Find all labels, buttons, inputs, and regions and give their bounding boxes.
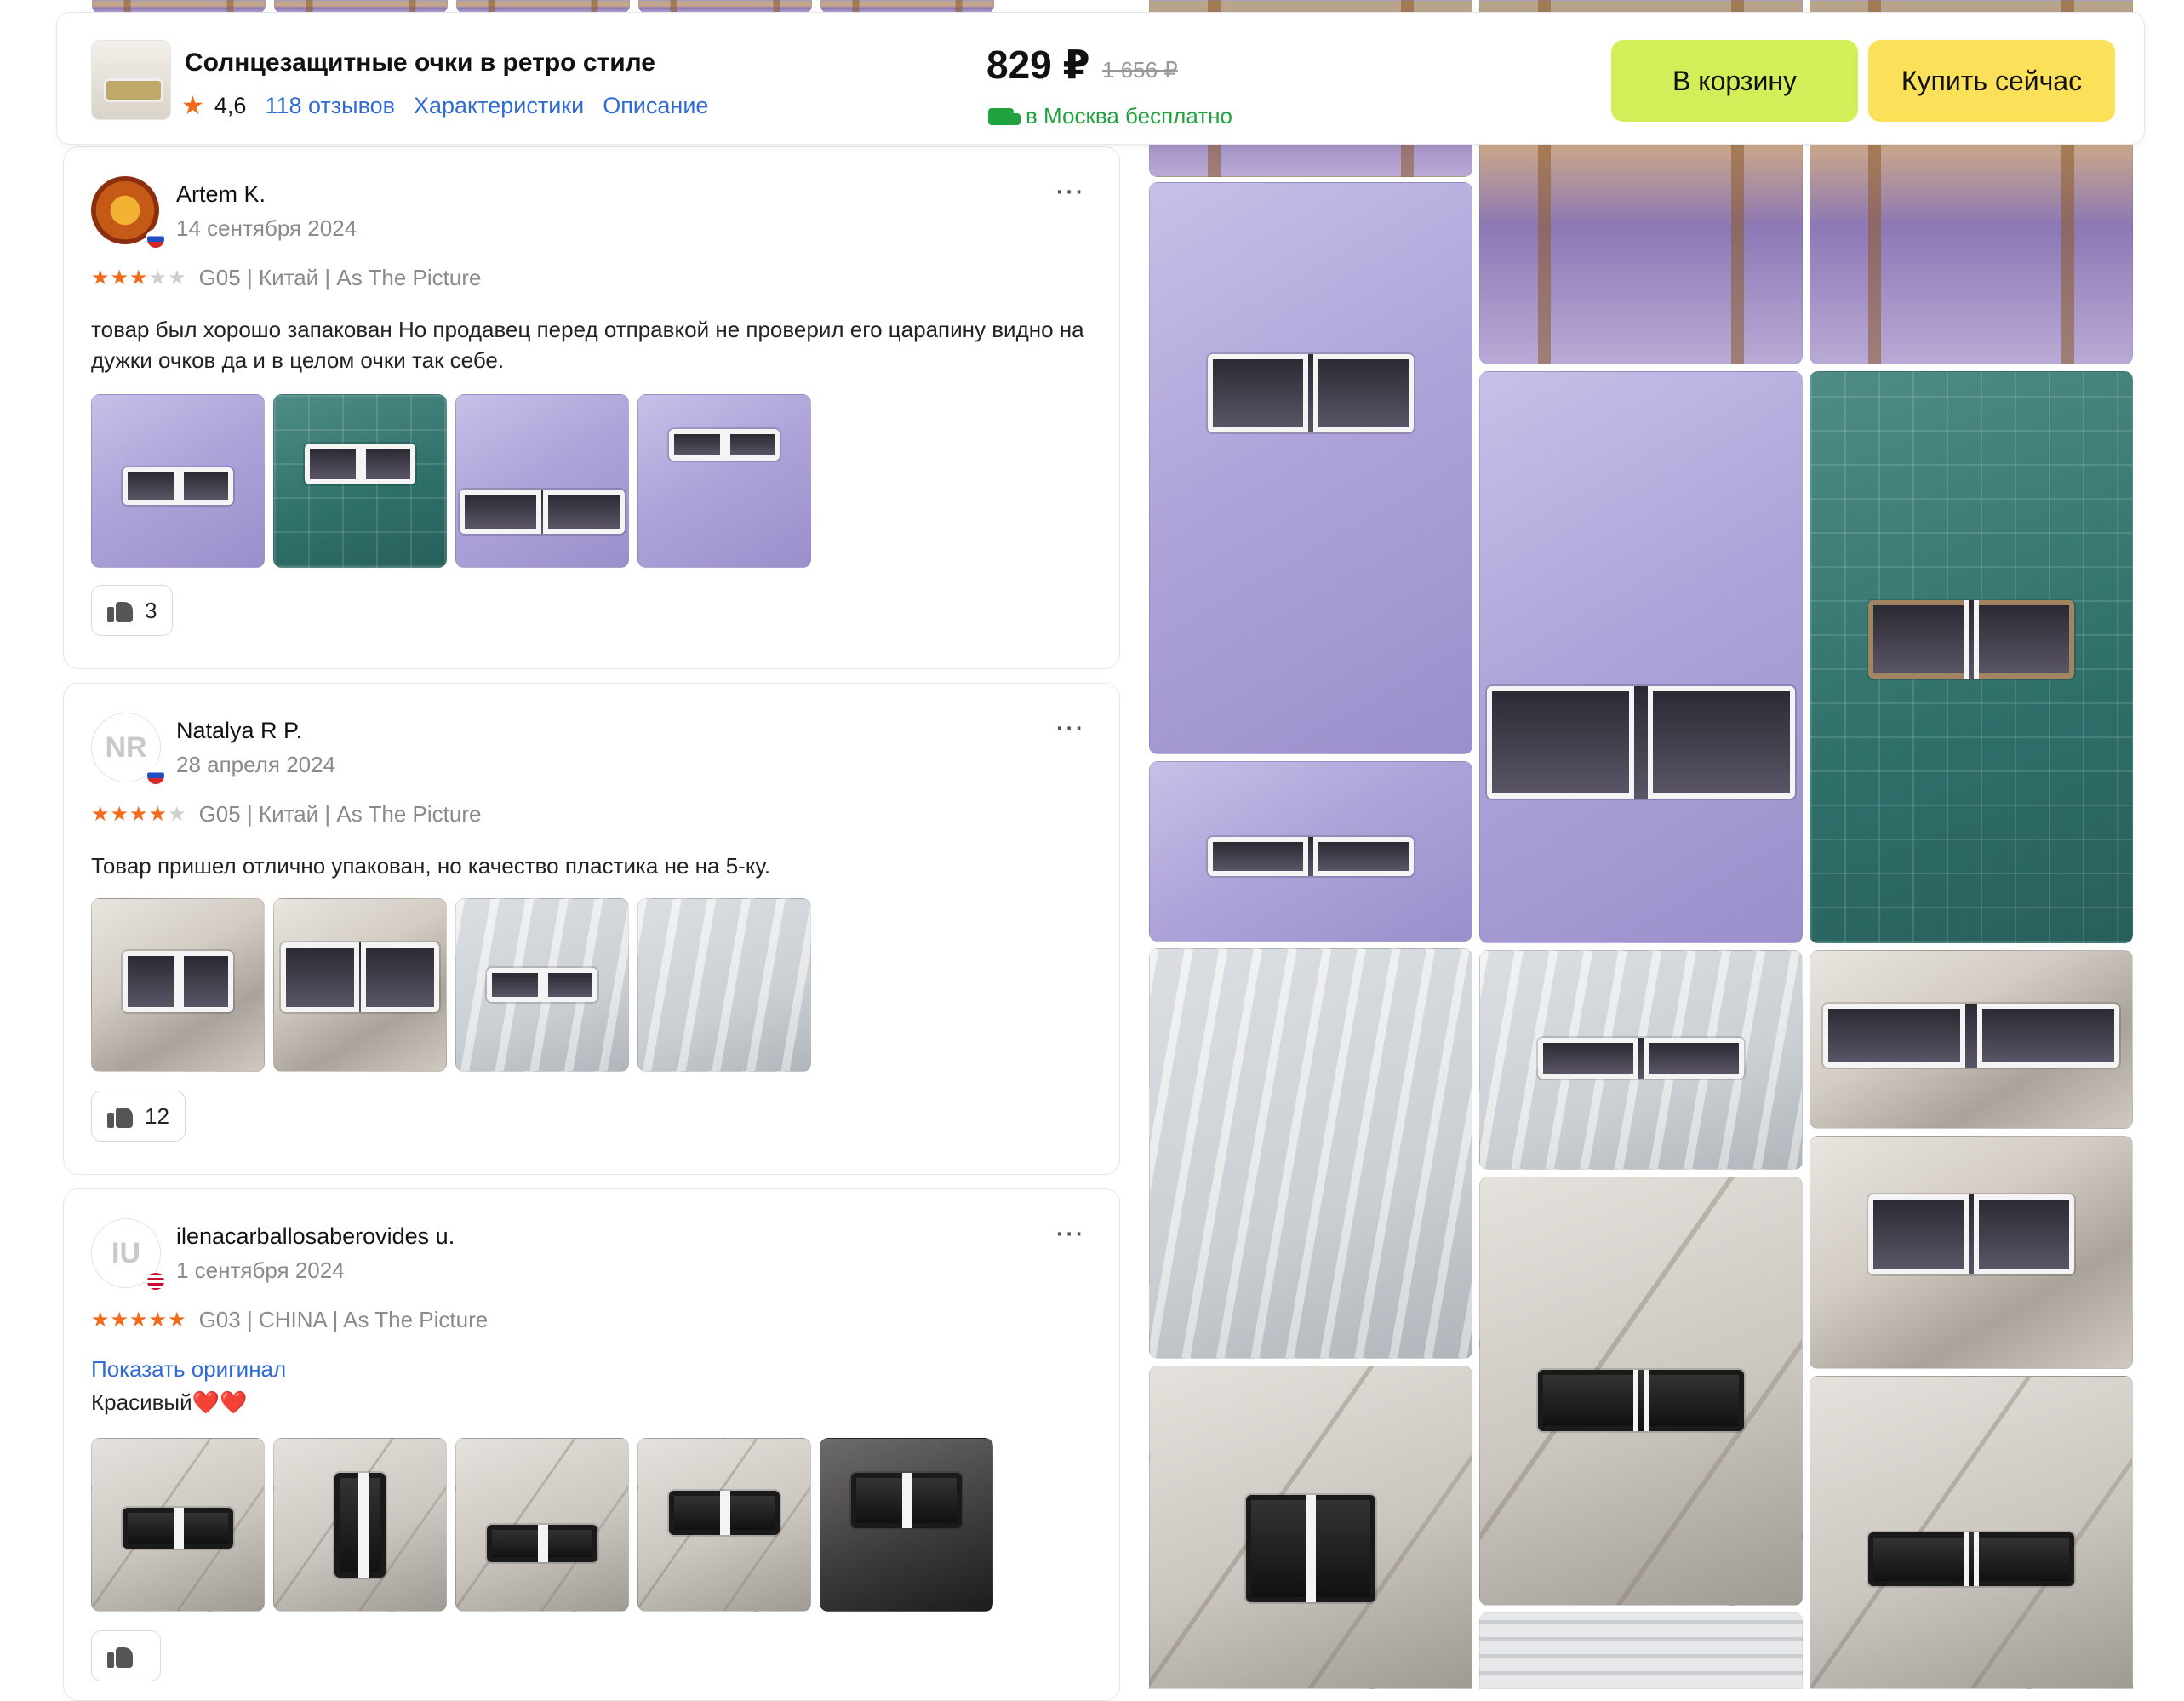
- gallery-photo[interactable]: [1810, 1136, 2133, 1369]
- gallery-photo[interactable]: [1810, 1376, 2133, 1689]
- review-date: 28 апреля 2024: [176, 752, 336, 777]
- review-photo[interactable]: [273, 1438, 447, 1612]
- review-variant: G03 | CHINA | As The Picture: [198, 1307, 489, 1332]
- like-button[interactable]: 12: [91, 1091, 186, 1142]
- reviews-link[interactable]: 118 отзывов: [265, 93, 395, 119]
- more-options-icon[interactable]: ⋯: [1055, 175, 1085, 209]
- review-photo[interactable]: [455, 1438, 629, 1612]
- gallery-photo[interactable]: [1149, 761, 1472, 942]
- review-photo[interactable]: [637, 1438, 811, 1612]
- gallery-photo[interactable]: [1810, 950, 2133, 1129]
- flag-us-icon: [146, 1271, 166, 1292]
- specs-link[interactable]: Характеристики: [414, 93, 584, 119]
- product-thumbnail[interactable]: [91, 40, 171, 120]
- review-author[interactable]: Natalya R P.: [176, 718, 302, 744]
- review-card: Artem K. 14 сентября 2024 ⋯ ★★★★★ G05 | …: [63, 146, 1120, 669]
- review-photo[interactable]: [455, 394, 629, 568]
- review-meta: ★★★★★ G05 | Китай | As The Picture: [91, 265, 481, 291]
- more-options-icon[interactable]: ⋯: [1055, 1217, 1085, 1251]
- old-price: 1 656 ₽: [1102, 57, 1178, 83]
- product-rating-row: ★ 4,6 118 отзывов Характеристики Описани…: [181, 91, 708, 121]
- review-photo[interactable]: [455, 898, 629, 1072]
- gallery-photo[interactable]: [1149, 948, 1472, 1359]
- review-photo[interactable]: [273, 394, 447, 568]
- review-text: Товар пришел отлично упакован, но качест…: [91, 853, 771, 879]
- flag-ru-icon: [146, 229, 166, 249]
- show-original-link[interactable]: Показать оригинал: [91, 1356, 286, 1383]
- review-author[interactable]: ilenacarballosaberovides u.: [176, 1223, 455, 1250]
- gallery-photo[interactable]: [1479, 1612, 1803, 1689]
- review-photo[interactable]: [91, 394, 265, 568]
- review-card: IU ilenacarballosaberovides u. 1 сентябр…: [63, 1188, 1120, 1701]
- thumbs-up-icon: [107, 598, 133, 622]
- flag-ru-icon: [146, 765, 166, 786]
- review-photo[interactable]: [637, 898, 811, 1072]
- like-button[interactable]: 3: [91, 585, 174, 636]
- review-photo[interactable]: [273, 898, 447, 1072]
- buy-now-button[interactable]: Купить сейчас: [1868, 40, 2115, 122]
- review-date: 1 сентября 2024: [176, 1257, 345, 1283]
- like-count: 3: [145, 597, 157, 623]
- review-variant: G05 | Китай | As The Picture: [198, 265, 482, 290]
- add-to-cart-button[interactable]: В корзину: [1611, 40, 1858, 122]
- review-meta: ★★★★★ G05 | Китай | As The Picture: [91, 801, 481, 828]
- sticky-product-bar: Солнцезащитные очки в ретро стиле ★ 4,6 …: [56, 12, 2145, 145]
- review-photo[interactable]: [820, 1438, 993, 1612]
- review-card: NR Natalya R P. 28 апреля 2024 ⋯ ★★★★★ G…: [63, 683, 1120, 1175]
- rating-stars: ★★★★★: [91, 1309, 187, 1332]
- star-icon: ★: [181, 92, 204, 120]
- gallery-photo[interactable]: [1149, 1366, 1472, 1689]
- thumbs-up-icon: [107, 1104, 133, 1128]
- product-title: Солнцезащитные очки в ретро стиле: [185, 49, 655, 77]
- review-date: 14 сентября 2024: [176, 215, 357, 241]
- gallery-photo[interactable]: [1479, 371, 1803, 943]
- rating-stars: ★★★★★: [91, 803, 187, 826]
- rating-value: 4,6: [214, 93, 247, 118]
- price: 829 ₽: [986, 43, 1090, 87]
- gallery-photo[interactable]: [1149, 182, 1472, 754]
- description-link[interactable]: Описание: [603, 93, 708, 119]
- more-options-icon[interactable]: ⋯: [1055, 711, 1085, 745]
- delivery-info: в Москва бесплатно: [988, 103, 1232, 129]
- truck-icon: [988, 107, 1021, 125]
- rating-stars: ★★★★★: [91, 266, 187, 289]
- thumbs-up-icon: [107, 1644, 133, 1668]
- review-meta: ★★★★★ G03 | CHINA | As The Picture: [91, 1307, 488, 1333]
- gallery-photo[interactable]: [1810, 371, 2133, 943]
- review-photo[interactable]: [637, 394, 811, 568]
- review-photo[interactable]: [91, 1438, 265, 1612]
- gallery-photo[interactable]: [1479, 1177, 1803, 1606]
- gallery-photo[interactable]: [1479, 950, 1803, 1170]
- review-variant: G05 | Китай | As The Picture: [198, 801, 482, 827]
- like-button[interactable]: [91, 1630, 161, 1681]
- review-photo[interactable]: [91, 898, 265, 1072]
- review-text: товар был хорошо запакован Но продавец п…: [91, 317, 1084, 373]
- review-text: Красивый❤️❤️: [91, 1389, 248, 1415]
- delivery-text: в Москва бесплатно: [1026, 103, 1232, 129]
- review-author[interactable]: Artem K.: [176, 181, 266, 208]
- like-count: 12: [145, 1102, 169, 1129]
